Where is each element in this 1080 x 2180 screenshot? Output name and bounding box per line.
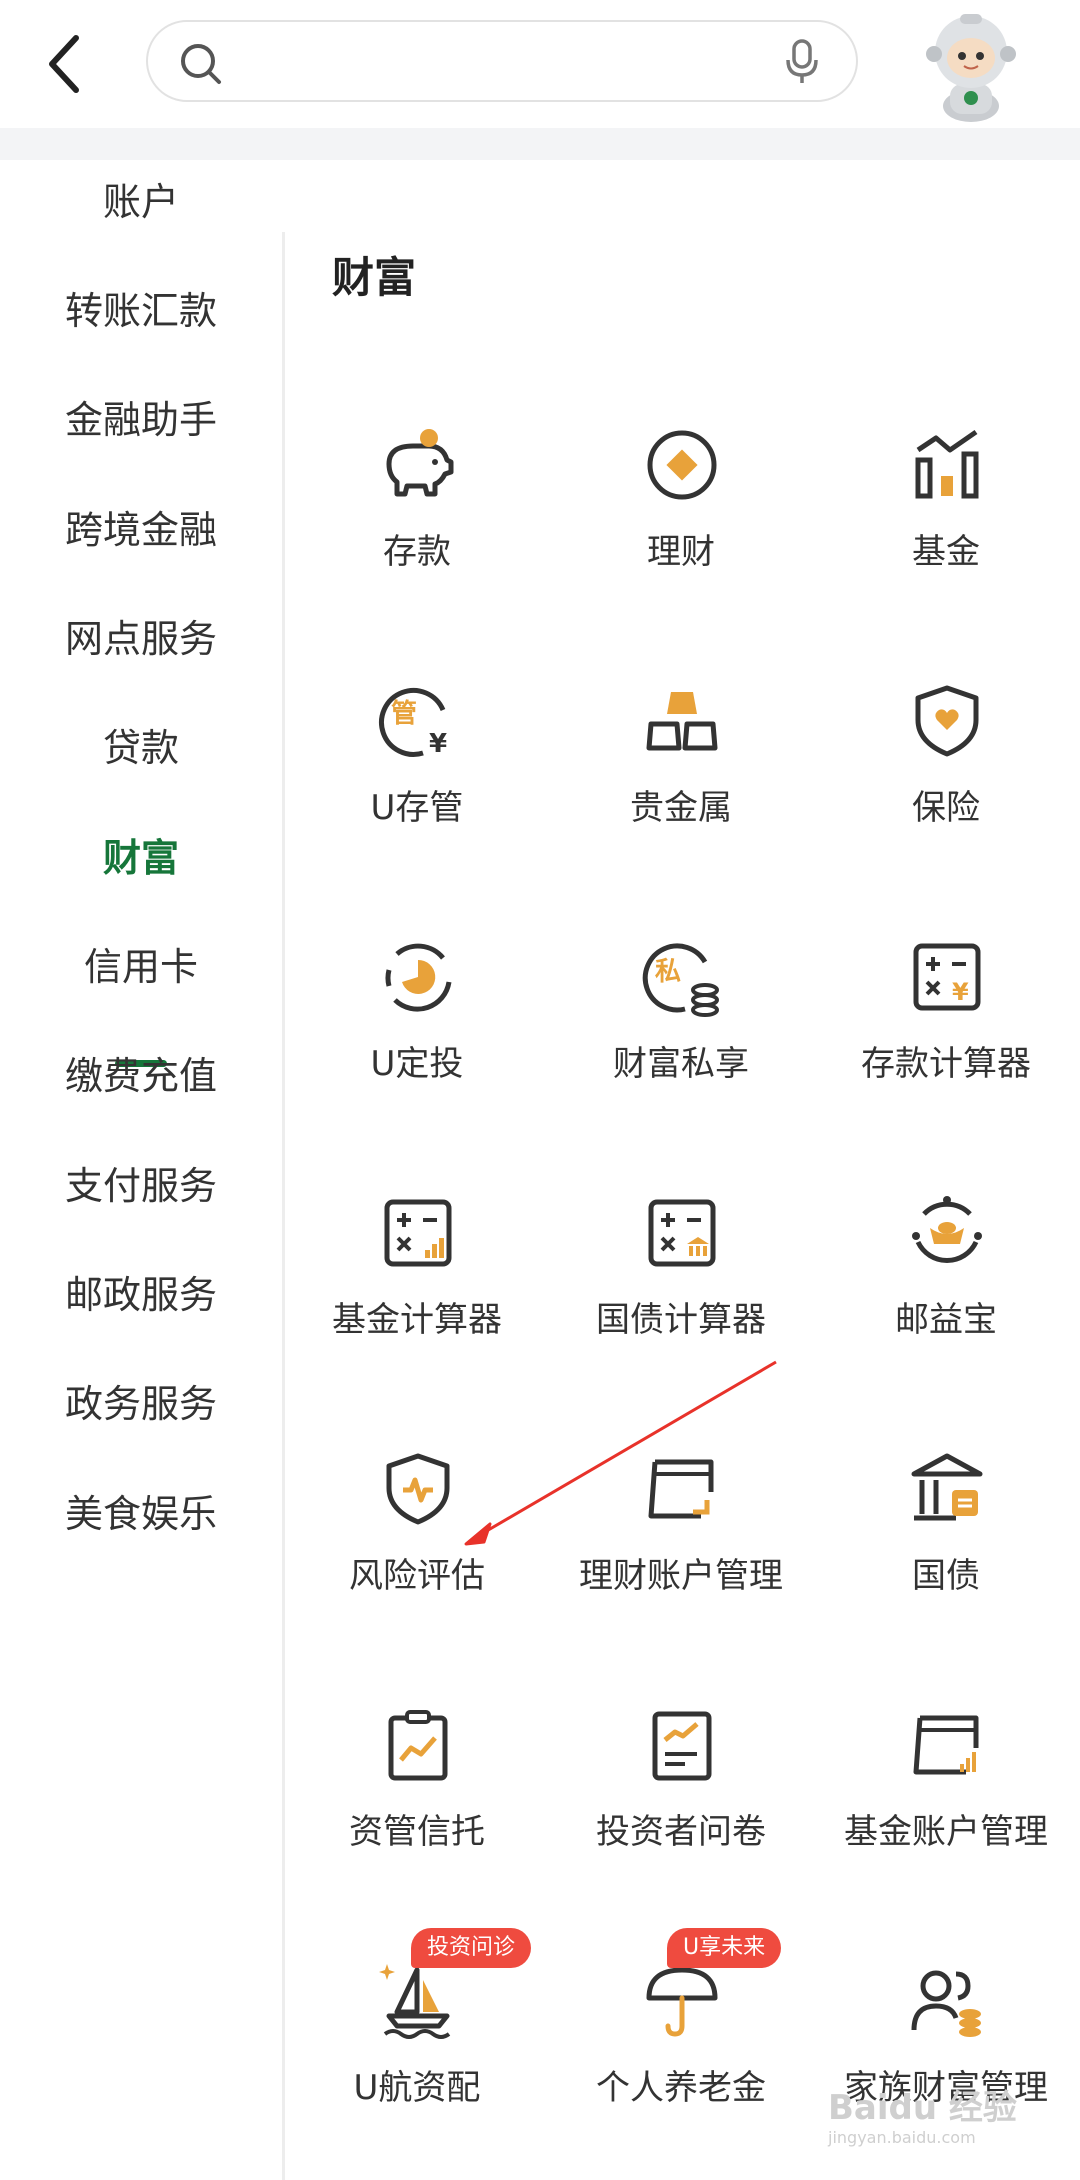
watermark-url: jingyan.baidu.com bbox=[828, 2128, 976, 2147]
annotation-arrow bbox=[464, 1360, 777, 1546]
watermark: Baidu 经验 bbox=[828, 2088, 1017, 2128]
